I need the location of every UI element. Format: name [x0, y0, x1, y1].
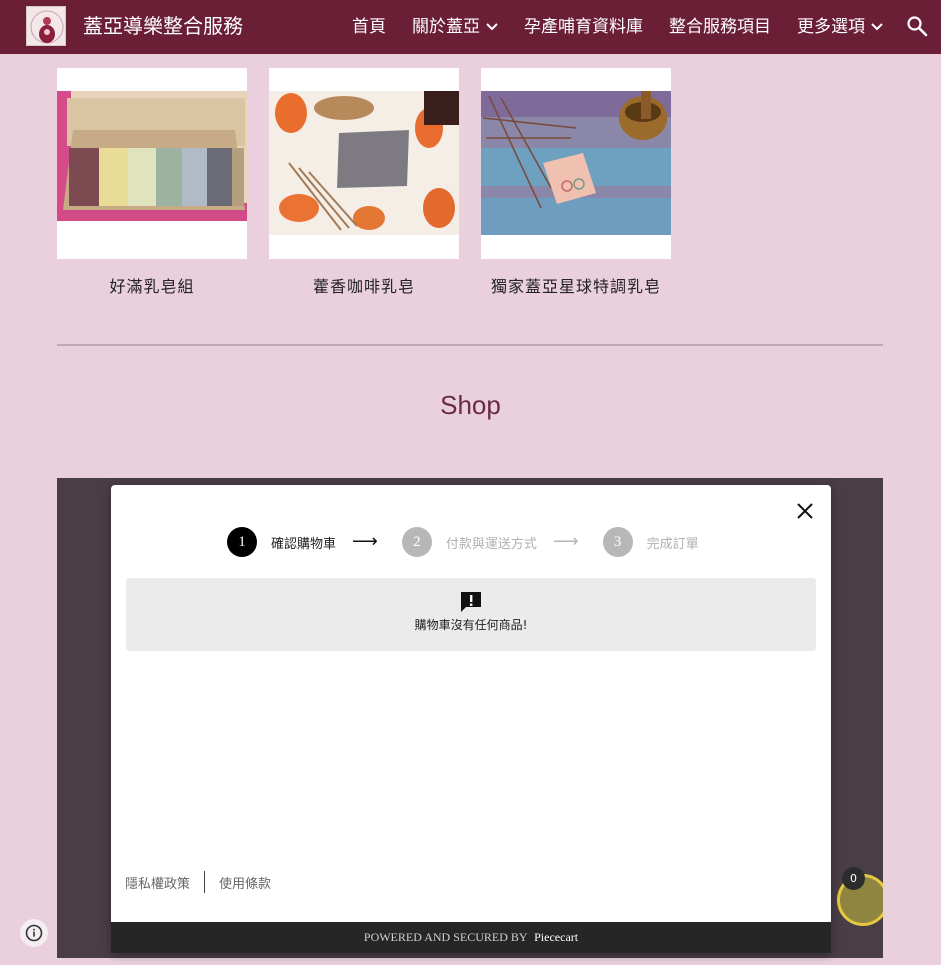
empty-cart-notice: 購物車沒有任何商品!	[126, 578, 816, 651]
step-number: 1	[227, 527, 257, 557]
product-card[interactable]: 好滿乳皂組	[57, 68, 247, 298]
checkout-steps: 1 確認購物車 ⟶ 2 付款與運送方式 ⟶ 3 完成訂單	[227, 527, 699, 557]
search-icon[interactable]	[906, 15, 928, 37]
section-title: Shop	[440, 390, 501, 420]
link-separator	[204, 871, 206, 893]
step-confirm-cart: 1 確認購物車	[227, 527, 336, 557]
step-number: 3	[602, 527, 633, 557]
step-payment-shipping: 2 付款與運送方式	[401, 527, 537, 557]
nav-item-label: 關於蓋亞	[412, 17, 480, 37]
arrow-right-icon: ⟶	[352, 531, 378, 552]
product-image[interactable]	[269, 68, 459, 259]
nav-item-resources[interactable]: 孕產哺育資料庫	[524, 16, 643, 38]
chevron-down-icon	[871, 23, 883, 31]
powered-by-footer: POWERED AND SECURED BY Piececart	[111, 922, 831, 953]
nav-item-about[interactable]: 關於蓋亞	[412, 16, 498, 38]
section-divider	[57, 344, 883, 346]
step-number: 2	[401, 527, 432, 557]
main-nav: 首頁 關於蓋亞 孕產哺育資料庫 整合服務項目 更多選項	[352, 16, 883, 38]
nav-item-label: 整合服務項目	[669, 17, 771, 37]
nav-item-label: 首頁	[352, 17, 386, 37]
product-name[interactable]: 好滿乳皂組	[57, 276, 247, 298]
terms-of-use-link[interactable]: 使用條款	[219, 873, 271, 892]
cart-count-badge: 0	[842, 867, 865, 890]
info-button[interactable]	[20, 919, 48, 947]
nav-item-label: 孕產哺育資料庫	[524, 17, 643, 37]
product-name[interactable]: 獨家蓋亞星球特調乳皂	[481, 276, 671, 298]
site-title[interactable]: 蓋亞導樂整合服務	[83, 13, 243, 39]
nav-item-more[interactable]: 更多選項	[797, 16, 883, 38]
close-icon[interactable]	[796, 502, 814, 520]
product-card[interactable]: 藿香咖啡乳皂	[269, 68, 459, 298]
product-image[interactable]	[481, 68, 671, 259]
step-label: 確認購物車	[271, 536, 337, 552]
chevron-down-icon	[486, 23, 498, 31]
step-label: 付款與運送方式	[445, 536, 537, 552]
legal-links: 隱私權政策 使用條款	[125, 871, 271, 893]
site-logo[interactable]	[26, 6, 66, 46]
product-name[interactable]: 藿香咖啡乳皂	[269, 276, 459, 298]
checkout-dialog: 1 確認購物車 ⟶ 2 付款與運送方式 ⟶ 3 完成訂單 購物車沒有任何商品! …	[111, 485, 831, 953]
info-icon	[25, 924, 43, 942]
feedback-alert-icon	[460, 591, 482, 613]
nav-item-home[interactable]: 首頁	[352, 16, 386, 38]
nav-item-services[interactable]: 整合服務項目	[669, 16, 771, 38]
privacy-policy-link[interactable]: 隱私權政策	[125, 873, 190, 892]
powered-by-text: POWERED AND SECURED BY	[363, 930, 528, 944]
step-label: 完成訂單	[646, 536, 699, 552]
site-header: 蓋亞導樂整合服務 首頁 關於蓋亞 孕產哺育資料庫 整合服務項目 更多選項	[0, 0, 941, 54]
piececart-brand-link[interactable]: Piececart	[534, 930, 578, 944]
arrow-right-icon: ⟶	[552, 531, 579, 552]
product-image[interactable]	[57, 68, 247, 259]
nav-item-label: 更多選項	[797, 17, 865, 37]
step-complete-order: 3 完成訂單	[602, 527, 699, 557]
product-card[interactable]: 獨家蓋亞星球特調乳皂	[481, 68, 671, 298]
empty-cart-message: 購物車沒有任何商品!	[414, 618, 528, 632]
